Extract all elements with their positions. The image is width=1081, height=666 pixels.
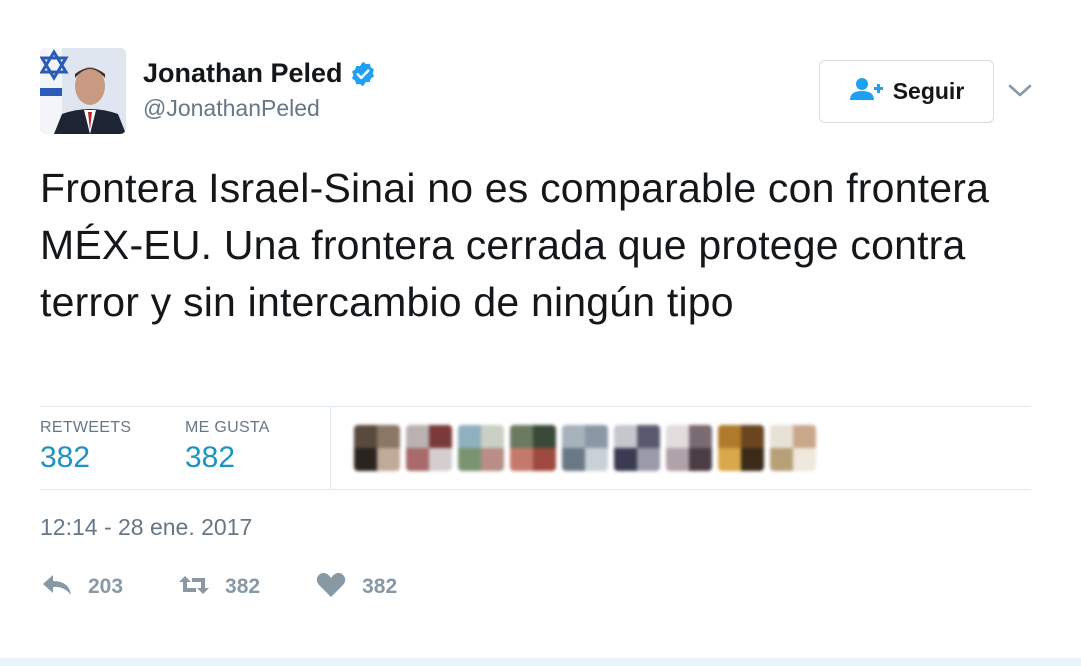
retweet-button[interactable]: 382	[177, 570, 260, 605]
liker-avatar[interactable]	[354, 425, 400, 471]
heart-icon	[314, 570, 348, 605]
chevron-down-icon[interactable]	[1006, 78, 1034, 102]
likers-avatars	[354, 425, 816, 471]
retweets-count: 382	[40, 441, 91, 474]
retweets-stat[interactable]: RETWEETS 382	[40, 419, 131, 475]
tweet-timestamp[interactable]: 12:14 - 28 ene. 2017	[40, 514, 252, 541]
author-info: Jonathan Peled @JonathanPeled	[143, 58, 377, 122]
like-button[interactable]: 382	[314, 570, 397, 605]
tweet-card: Jonathan Peled @JonathanPeled Seguir Fro…	[0, 0, 1081, 666]
retweet-icon	[177, 570, 211, 605]
likes-stat[interactable]: ME GUSTA 382	[185, 419, 270, 475]
liker-avatar[interactable]	[666, 425, 712, 471]
liker-avatar[interactable]	[770, 425, 816, 471]
reply-count: 203	[88, 575, 124, 598]
retweet-count: 382	[225, 575, 261, 598]
liker-avatar[interactable]	[614, 425, 660, 471]
avatar[interactable]	[40, 48, 126, 134]
liker-avatar[interactable]	[718, 425, 764, 471]
liker-avatar[interactable]	[562, 425, 608, 471]
verified-badge-icon	[349, 60, 377, 88]
tweet-stats: RETWEETS 382 ME GUSTA 382	[40, 406, 1031, 490]
tweet-text: Frontera Israel-Sinai no es comparable c…	[40, 165, 990, 325]
user-handle[interactable]: @JonathanPeled	[143, 95, 377, 122]
stats-divider	[330, 407, 331, 490]
tweet-actions: 203 382 382	[40, 570, 451, 604]
liker-avatar[interactable]	[510, 425, 556, 471]
like-count: 382	[362, 575, 398, 598]
follow-button[interactable]: Seguir	[819, 60, 994, 123]
likes-count: 382	[185, 441, 236, 474]
add-user-icon	[849, 77, 883, 106]
follow-label: Seguir	[892, 78, 965, 104]
liker-avatar[interactable]	[406, 425, 452, 471]
reply-icon	[40, 570, 74, 605]
likes-label: ME GUSTA	[185, 419, 270, 436]
retweets-label: RETWEETS	[40, 419, 132, 436]
reply-button[interactable]: 203	[40, 570, 123, 605]
display-name[interactable]: Jonathan Peled	[143, 58, 343, 89]
liker-avatar[interactable]	[458, 425, 504, 471]
bottom-divider	[0, 658, 1081, 666]
